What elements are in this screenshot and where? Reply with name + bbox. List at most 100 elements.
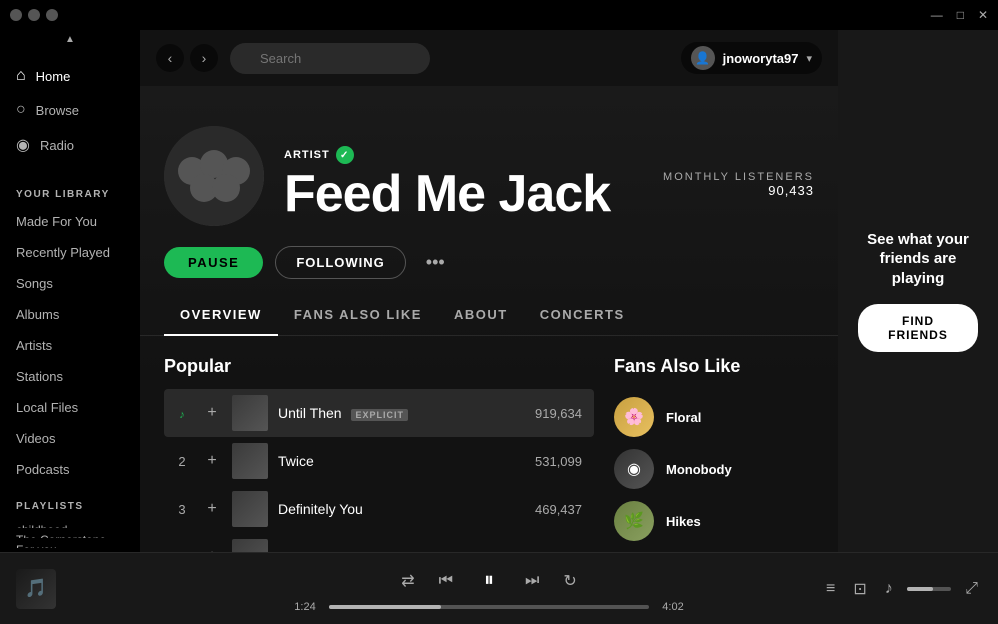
- sidebar-item-podcasts[interactable]: Podcasts: [0, 454, 140, 485]
- sidebar-item-home-label: Home: [36, 69, 71, 84]
- sidebar-item-videos[interactable]: Videos: [0, 423, 140, 454]
- track-name-3: Definitely You: [278, 501, 525, 517]
- next-button[interactable]: ⏭: [521, 568, 543, 594]
- more-options-button[interactable]: •••: [418, 248, 453, 277]
- maximize-button[interactable]: □: [957, 8, 964, 22]
- title-bar-dot-3[interactable]: [46, 9, 58, 21]
- volume-icon[interactable]: ♪: [881, 576, 897, 602]
- sidebar-nav-section: ⌂ Home ○ Browse ◉ Radio: [0, 49, 140, 173]
- home-icon: ⌂: [16, 67, 26, 85]
- volume-slider[interactable]: [907, 587, 951, 591]
- playing-indicator: ♪: [179, 409, 185, 421]
- fan-name-1: Monobody: [666, 462, 732, 477]
- playlist-item-0[interactable]: childhood: [0, 518, 140, 528]
- now-playing-thumb: 🎵: [16, 569, 56, 609]
- play-pause-button[interactable]: ⏸: [473, 565, 505, 597]
- top-nav: ‹ › 🔍 👤 jnoworyta97 ▾: [140, 30, 838, 86]
- progress-bar-wrap: 1:24 4:02: [289, 601, 689, 613]
- search-input[interactable]: [230, 43, 430, 74]
- track-name-2: Twice: [278, 453, 525, 469]
- back-button[interactable]: ‹: [156, 44, 184, 72]
- playlist-item-2[interactable]: For you: [0, 538, 140, 548]
- title-bar: — □ ✕: [0, 0, 998, 30]
- sidebar-item-browse[interactable]: ○ Browse: [0, 93, 140, 127]
- previous-button[interactable]: ⏮: [435, 568, 457, 594]
- monthly-listeners-count: 90,433: [663, 183, 814, 198]
- track-row[interactable]: ♪ + Until Then EXPLICIT 919,634: [164, 389, 594, 437]
- nav-arrows: ‹ ›: [156, 44, 218, 72]
- local-files-label: Local Files: [16, 400, 78, 415]
- track-thumb-1: [232, 395, 268, 431]
- close-button[interactable]: ✕: [978, 8, 988, 22]
- sidebar-item-made-for-you[interactable]: Made For You: [0, 206, 140, 237]
- songs-label: Songs: [16, 276, 53, 291]
- title-bar-controls: — □ ✕: [931, 8, 988, 22]
- sidebar-item-home[interactable]: ⌂ Home: [0, 59, 140, 93]
- pause-button[interactable]: PAUSE: [164, 247, 263, 278]
- playback-bar: 🎵 ⇄ ⏮ ⏸ ⏭ ↻ 1:24 4:02 ≡ ⊡ ♪ ⤢: [0, 552, 998, 624]
- fan-item-2[interactable]: 🌿 Hikes: [614, 495, 814, 547]
- track-add-2[interactable]: +: [202, 452, 222, 470]
- find-friends-button[interactable]: FIND FRIENDS: [858, 304, 978, 352]
- sidebar-item-artists[interactable]: Artists: [0, 330, 140, 361]
- title-bar-dot-2[interactable]: [28, 9, 40, 21]
- right-panel: See what your friends are playing FIND F…: [838, 30, 998, 552]
- sidebar-scroll-top[interactable]: ▲: [0, 30, 140, 49]
- shuffle-button[interactable]: ⇄: [397, 567, 418, 595]
- track-plays-1: 919,634: [535, 406, 586, 421]
- progress-fill: [329, 605, 441, 609]
- user-area[interactable]: 👤 jnoworyta97 ▾: [681, 42, 822, 74]
- artist-info: ARTIST ✓ Feed Me Jack: [284, 146, 643, 226]
- fan-avatar-0: 🌸: [614, 397, 654, 437]
- title-bar-dot-1[interactable]: [10, 9, 22, 21]
- fans-also-like-title: Fans Also Like: [614, 356, 814, 377]
- playback-center: ⇄ ⏮ ⏸ ⏭ ↻ 1:24 4:02: [166, 565, 812, 613]
- track-row[interactable]: 2 + Twice 531,099: [164, 437, 594, 485]
- browse-icon: ○: [16, 101, 26, 119]
- track-number-3: 3: [172, 502, 192, 517]
- track-plays-3: 469,437: [535, 502, 586, 517]
- scroll-up-icon[interactable]: ▲: [65, 34, 75, 45]
- playlist-item-1[interactable]: The Cornerstones o...: [0, 528, 140, 538]
- explicit-badge-1: EXPLICIT: [351, 409, 408, 421]
- sidebar-item-radio[interactable]: ◉ Radio: [0, 127, 140, 163]
- artist-content: Popular ♪ + Until Then EXPLICIT 919,634: [140, 336, 838, 552]
- minimize-button[interactable]: —: [931, 8, 943, 22]
- fan-item-1[interactable]: ◉ Monobody: [614, 443, 814, 495]
- sidebar-item-local-files[interactable]: Local Files: [0, 392, 140, 423]
- albums-label: Albums: [16, 307, 59, 322]
- repeat-button[interactable]: ↻: [559, 567, 580, 595]
- following-button[interactable]: FOLLOWING: [275, 246, 405, 279]
- now-playing: 🎵: [16, 569, 156, 609]
- progress-track[interactable]: [329, 605, 649, 609]
- sidebar: ▲ ⌂ Home ○ Browse ◉ Radio YOUR LIBRARY M…: [0, 30, 140, 552]
- fan-item-0[interactable]: 🌸 Floral: [614, 391, 814, 443]
- tab-concerts[interactable]: CONCERTS: [524, 295, 641, 336]
- tab-fans-also-like[interactable]: FANS ALSO LIKE: [278, 295, 438, 336]
- track-plays-2: 531,099: [535, 454, 586, 469]
- track-row[interactable]: 4 + No One Does It Like You 277,610: [164, 533, 594, 552]
- sidebar-item-recently-played[interactable]: Recently Played: [0, 237, 140, 268]
- sidebar-item-browse-label: Browse: [36, 103, 79, 118]
- tab-overview[interactable]: OVERVIEW: [164, 295, 278, 336]
- track-add-1[interactable]: +: [202, 404, 222, 422]
- forward-button[interactable]: ›: [190, 44, 218, 72]
- track-number-2: 2: [172, 454, 192, 469]
- sidebar-item-albums[interactable]: Albums: [0, 299, 140, 330]
- videos-label: Videos: [16, 431, 56, 446]
- fan-name-2: Hikes: [666, 514, 701, 529]
- artists-label: Artists: [16, 338, 52, 353]
- sidebar-item-songs[interactable]: Songs: [0, 268, 140, 299]
- app-body: ▲ ⌂ Home ○ Browse ◉ Radio YOUR LIBRARY M…: [0, 30, 998, 552]
- artist-image: [164, 126, 264, 226]
- sidebar-item-radio-label: Radio: [40, 138, 74, 153]
- recently-played-label: Recently Played: [16, 245, 110, 260]
- queue-button[interactable]: ≡: [822, 576, 839, 602]
- artist-image-placeholder: [164, 126, 264, 226]
- sidebar-item-stations[interactable]: Stations: [0, 361, 140, 392]
- track-add-3[interactable]: +: [202, 500, 222, 518]
- devices-button[interactable]: ⊡: [849, 575, 870, 603]
- track-row[interactable]: 3 + Definitely You 469,437: [164, 485, 594, 533]
- fullscreen-button[interactable]: ⤢: [961, 576, 982, 602]
- tab-about[interactable]: ABOUT: [438, 295, 524, 336]
